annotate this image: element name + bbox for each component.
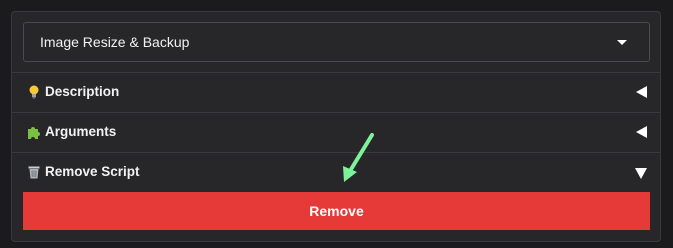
section-remove-script-label: Remove Script	[45, 164, 140, 179]
section-description[interactable]: Description	[12, 72, 660, 112]
section-remove-script[interactable]: Remove Script	[12, 152, 660, 192]
section-description-label: Description	[45, 84, 120, 99]
lightbulb-icon	[26, 84, 42, 100]
collapse-left-icon	[636, 86, 647, 98]
collapse-left-icon	[636, 126, 647, 138]
script-select[interactable]: Image Resize & Backup	[23, 22, 650, 62]
trash-icon	[26, 164, 42, 180]
chevron-down-icon	[617, 40, 627, 45]
script-select-value: Image Resize & Backup	[40, 34, 190, 50]
script-panel: Image Resize & Backup Description Argume…	[11, 11, 661, 242]
expand-down-icon	[635, 168, 647, 179]
section-arguments-label: Arguments	[45, 124, 117, 139]
puzzle-piece-icon	[26, 124, 42, 140]
section-arguments[interactable]: Arguments	[12, 112, 660, 152]
remove-button[interactable]: Remove	[23, 192, 650, 230]
